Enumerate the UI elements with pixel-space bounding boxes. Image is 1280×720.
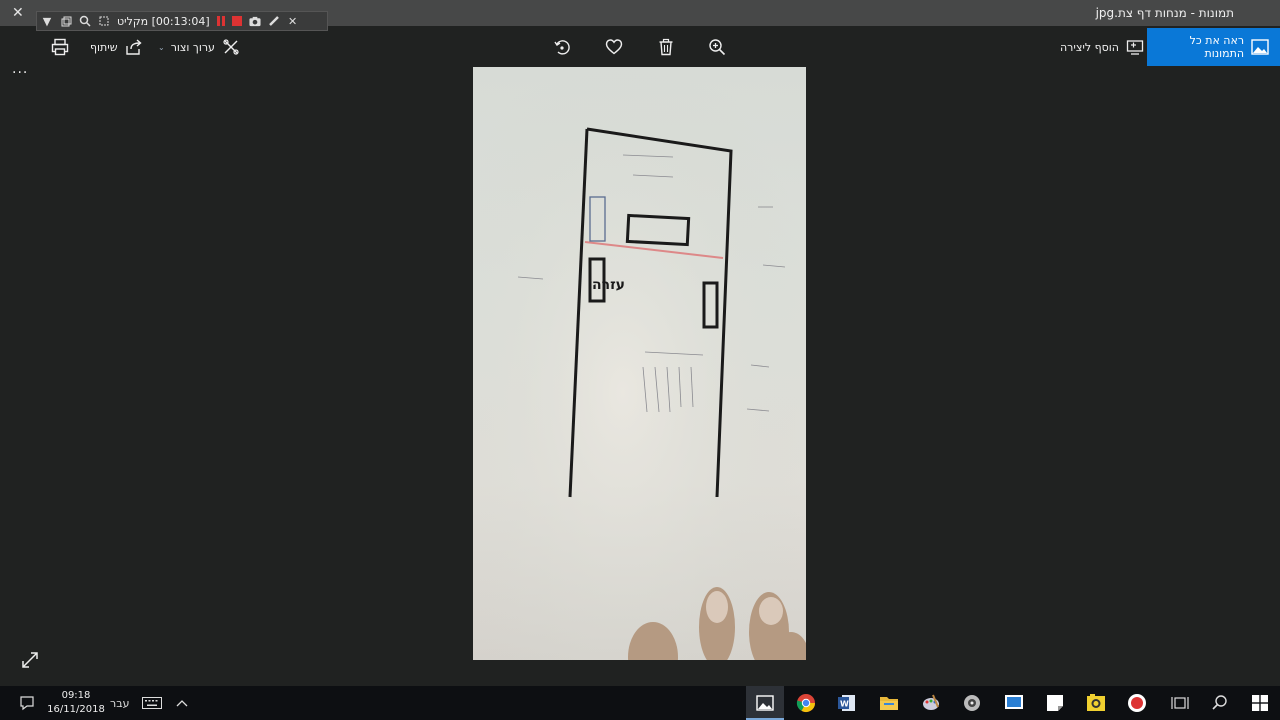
file-explorer-icon[interactable] [878,692,900,714]
rotate-icon [552,37,572,57]
close-icon[interactable]: ✕ [287,15,299,28]
stop-icon[interactable] [231,16,242,26]
window-title: תמונות - מנחות דף צת.jpg [1095,6,1234,20]
zoom-button[interactable] [707,37,727,57]
task-view-icon[interactable] [1169,692,1191,714]
add-to-creation-label: הוסף ליצירה [1060,40,1119,54]
camera-icon[interactable] [249,15,261,27]
chevron-down-icon: ⌄ [158,42,165,52]
region-select-icon[interactable] [98,15,110,27]
clock-date: 16/11/2018 [47,704,105,715]
sketch-drawing: עזרה [473,67,806,660]
system-clock[interactable]: 09:18 16/11/2018 [46,689,106,717]
share-button[interactable]: שיתוף [90,37,144,57]
windows-icon[interactable] [60,15,72,27]
taskbar: 09:18 16/11/2018 עבר W [0,686,1280,720]
sticky-notes-icon[interactable] [1044,692,1066,714]
more-options-button[interactable]: ··· [12,65,28,81]
photos-app: ✕ תמונות - מנחות דף צת.jpg ▼ [00:13:04] … [0,0,1280,686]
recording-timer: [00:13:04] מקליט [117,14,210,28]
see-all-photos-label: ראה את כל התמונות [1189,34,1245,60]
photo-display[interactable]: עזרה [473,67,806,660]
dropdown-icon[interactable]: ▼ [41,15,53,28]
delete-button[interactable] [656,37,676,57]
search-icon[interactable] [1209,692,1231,714]
language-indicator[interactable]: עבר [110,686,129,720]
sketch-word: עזרה [592,277,625,293]
add-to-creation-button[interactable]: הוסף ליצירה [1060,37,1145,57]
monitor-app-icon[interactable] [1003,692,1025,714]
windows-start-icon[interactable] [1249,692,1271,714]
close-icon[interactable]: ✕ [12,5,24,21]
heart-icon [604,37,624,57]
chrome-icon[interactable] [795,692,817,714]
action-center-icon[interactable] [16,692,38,714]
printer-icon [50,37,70,57]
trash-icon [656,37,676,57]
edit-create-label: ערוך וצור [170,40,215,54]
paint-icon[interactable] [920,692,942,714]
see-all-photos-button[interactable]: ראה את כל התמונות [1147,28,1280,66]
keyboard-icon[interactable] [141,692,163,714]
chevron-up-icon[interactable] [171,692,193,714]
add-creation-icon [1125,37,1145,57]
zoom-in-icon [707,37,727,57]
photos-icon [1250,37,1270,57]
share-icon [124,37,144,57]
favorite-button[interactable] [604,37,624,57]
clock-time: 09:18 [61,690,91,701]
word-icon[interactable]: W [836,692,858,714]
print-button[interactable] [50,37,70,57]
image-viewer-icon[interactable] [1085,692,1107,714]
edit-create-button[interactable]: ערוך וצור ⌄ [158,37,241,57]
magnifier-icon[interactable] [79,15,91,27]
record-icon[interactable] [1126,692,1148,714]
svg-text:W: W [840,700,849,709]
rotate-button[interactable] [552,37,572,57]
pen-icon[interactable] [268,15,280,27]
pause-icon[interactable] [216,16,225,26]
photos-app-icon[interactable] [754,692,776,714]
screen-recorder-app-icon[interactable] [961,692,983,714]
fullscreen-icon[interactable] [20,650,40,674]
toolbar: ··· שיתוף ערוך וצור ⌄ הוסף ליצירה [0,28,1280,81]
edit-tools-icon [221,37,241,57]
share-label: שיתוף [90,40,118,54]
